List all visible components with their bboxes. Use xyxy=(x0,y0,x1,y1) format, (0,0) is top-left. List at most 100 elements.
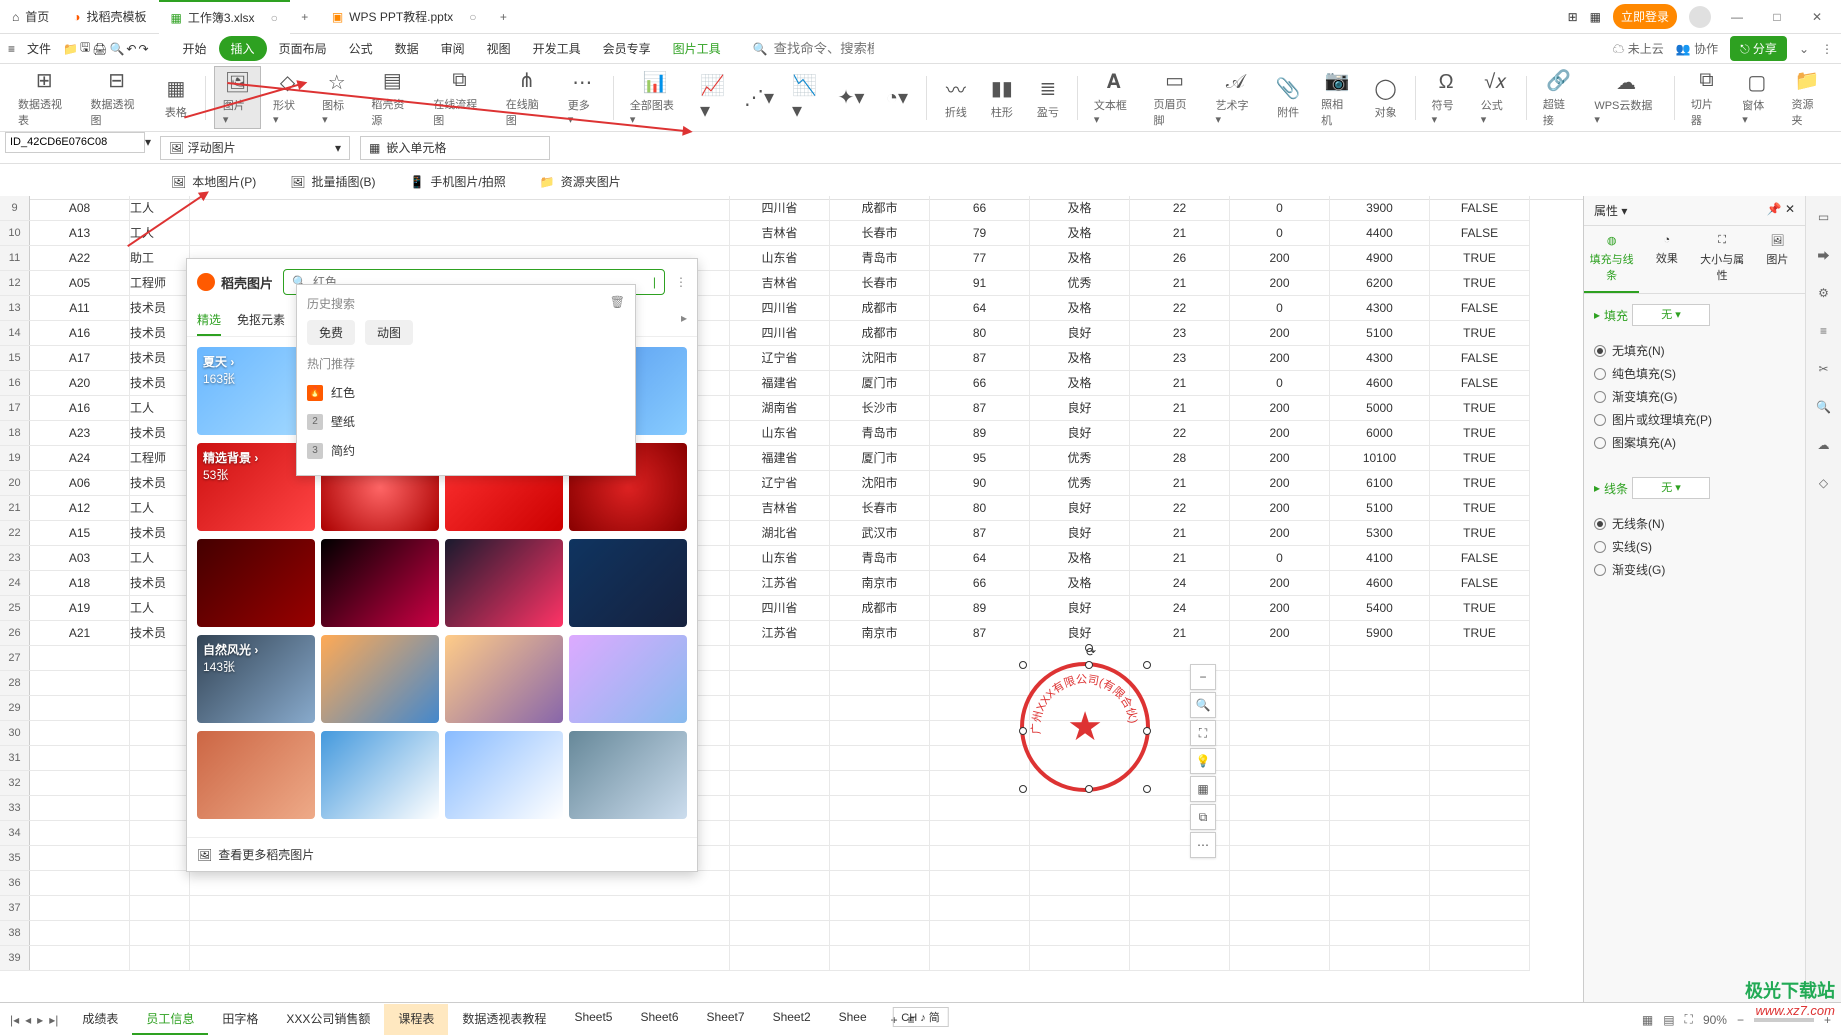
cell[interactable]: 良好 xyxy=(1030,396,1130,420)
cell[interactable] xyxy=(930,696,1030,720)
cell[interactable]: 77 xyxy=(930,246,1030,270)
cell[interactable]: 良好 xyxy=(1030,421,1130,445)
panel-close-icon[interactable]: ✕ xyxy=(1785,202,1795,216)
line-opt-solid[interactable]: 实线(S) xyxy=(1594,538,1795,555)
float-embed[interactable]: ⧉ xyxy=(1190,804,1216,830)
ribbon-form[interactable]: ▢窗体 ▾ xyxy=(1734,67,1779,128)
preview-icon[interactable]: 🔍 xyxy=(109,42,124,56)
name-box[interactable] xyxy=(5,132,145,153)
rtool-select[interactable]: ▭ xyxy=(1813,206,1835,228)
cell[interactable]: TRUE xyxy=(1430,396,1530,420)
cell[interactable]: TRUE xyxy=(1430,471,1530,495)
fill-section-title[interactable]: 填充 无 ▾ xyxy=(1594,304,1795,326)
ribbon-object[interactable]: ◯对象 xyxy=(1365,74,1407,122)
cell[interactable]: 青岛市 xyxy=(830,421,930,445)
cell[interactable] xyxy=(1430,721,1530,745)
cell[interactable] xyxy=(190,946,730,970)
ribbon-mindmap[interactable]: ⋔在线脑图 xyxy=(498,66,556,130)
ribbon-slicer[interactable]: ⧉切片器 xyxy=(1683,66,1730,130)
cell[interactable]: 技术员 xyxy=(130,621,190,645)
cell[interactable] xyxy=(930,896,1030,920)
cell[interactable] xyxy=(1430,746,1530,770)
cell[interactable] xyxy=(1330,646,1430,670)
cell[interactable]: 0 xyxy=(1230,371,1330,395)
row-header[interactable]: 24 xyxy=(0,571,30,595)
grid-icon[interactable]: ▦ xyxy=(1590,10,1601,24)
cell[interactable]: 200 xyxy=(1230,496,1330,520)
cell[interactable] xyxy=(1230,721,1330,745)
cell[interactable]: 28 xyxy=(1130,446,1230,470)
cell[interactable] xyxy=(130,871,190,895)
cell[interactable] xyxy=(730,921,830,945)
cell[interactable]: 22 xyxy=(1130,421,1230,445)
cell[interactable]: 200 xyxy=(1230,621,1330,645)
cell[interactable]: 吉林省 xyxy=(730,496,830,520)
cell[interactable]: 福建省 xyxy=(730,446,830,470)
cell[interactable] xyxy=(1330,771,1430,795)
cell[interactable]: 厦门市 xyxy=(830,371,930,395)
cell[interactable]: 3900 xyxy=(1330,196,1430,220)
tab-workbook[interactable]: ▦工作簿3.xlsx○ xyxy=(159,0,290,34)
float-crop[interactable]: 🔍 xyxy=(1190,692,1216,718)
row-header[interactable]: 16 xyxy=(0,371,30,395)
cell[interactable] xyxy=(30,896,130,920)
cell[interactable]: 4900 xyxy=(1330,246,1430,270)
cell[interactable] xyxy=(830,846,930,870)
more-icon[interactable]: ⋮ xyxy=(1821,42,1833,56)
row-header[interactable]: 12 xyxy=(0,271,30,295)
cell[interactable] xyxy=(1230,896,1330,920)
sheet-first-icon[interactable]: |◂ xyxy=(10,1013,19,1027)
tab-effect[interactable]: ◔效果 xyxy=(1639,226,1694,293)
cell[interactable]: A21 xyxy=(30,621,130,645)
menu-picturetools[interactable]: 图片工具 xyxy=(663,36,731,61)
row-header[interactable]: 37 xyxy=(0,896,30,920)
cell[interactable]: A15 xyxy=(30,521,130,545)
cell[interactable] xyxy=(1230,946,1330,970)
cell[interactable]: 辽宁省 xyxy=(730,471,830,495)
row-header[interactable]: 34 xyxy=(0,821,30,845)
cell[interactable]: 4600 xyxy=(1330,571,1430,595)
cell[interactable] xyxy=(1230,796,1330,820)
cell[interactable]: 0 xyxy=(1230,546,1330,570)
cell[interactable] xyxy=(1430,771,1530,795)
cell[interactable]: 4100 xyxy=(1330,546,1430,570)
cell[interactable]: 22 xyxy=(1130,196,1230,220)
cell[interactable]: 5400 xyxy=(1330,596,1430,620)
cell[interactable] xyxy=(1230,921,1330,945)
cell[interactable] xyxy=(730,871,830,895)
thumb-sky-3[interactable] xyxy=(445,731,563,819)
cell[interactable] xyxy=(1330,721,1430,745)
cell[interactable]: 200 xyxy=(1230,246,1330,270)
cell[interactable]: 21 xyxy=(1130,371,1230,395)
ribbon-chart-3[interactable]: 📉▾ xyxy=(784,83,826,113)
zoom-out-icon[interactable]: − xyxy=(1737,1013,1744,1027)
cell[interactable] xyxy=(130,846,190,870)
cell[interactable] xyxy=(1030,796,1130,820)
cell[interactable]: 南京市 xyxy=(830,621,930,645)
cell[interactable]: 66 xyxy=(930,371,1030,395)
save-icon[interactable]: 🖫 xyxy=(80,38,90,59)
close-icon[interactable]: ✕ xyxy=(1803,10,1831,24)
cell[interactable]: A16 xyxy=(30,396,130,420)
cell[interactable] xyxy=(1230,871,1330,895)
cell[interactable]: 四川省 xyxy=(730,596,830,620)
cell[interactable]: FALSE xyxy=(1430,296,1530,320)
cell[interactable] xyxy=(730,671,830,695)
view-page-icon[interactable]: ▤ xyxy=(1663,1013,1674,1027)
cell[interactable]: 200 xyxy=(1230,571,1330,595)
ribbon-chart-1[interactable]: 📈▾ xyxy=(692,83,734,113)
cloud-status[interactable]: ☁ 未上云 xyxy=(1612,40,1663,57)
cell[interactable]: A05 xyxy=(30,271,130,295)
cell[interactable] xyxy=(1030,871,1130,895)
cell[interactable]: 6100 xyxy=(1330,471,1430,495)
cell[interactable] xyxy=(830,821,930,845)
cell[interactable] xyxy=(190,896,730,920)
cell[interactable] xyxy=(130,771,190,795)
cell[interactable]: TRUE xyxy=(1430,321,1530,345)
cell[interactable] xyxy=(930,821,1030,845)
menu-pagelayout[interactable]: 页面布局 xyxy=(269,36,337,61)
cell[interactable]: A23 xyxy=(30,421,130,445)
ribbon-hyperlink[interactable]: 🔗超链接 xyxy=(1535,66,1582,130)
cell[interactable] xyxy=(730,746,830,770)
pop-tab-featured[interactable]: 精选 xyxy=(197,305,221,336)
